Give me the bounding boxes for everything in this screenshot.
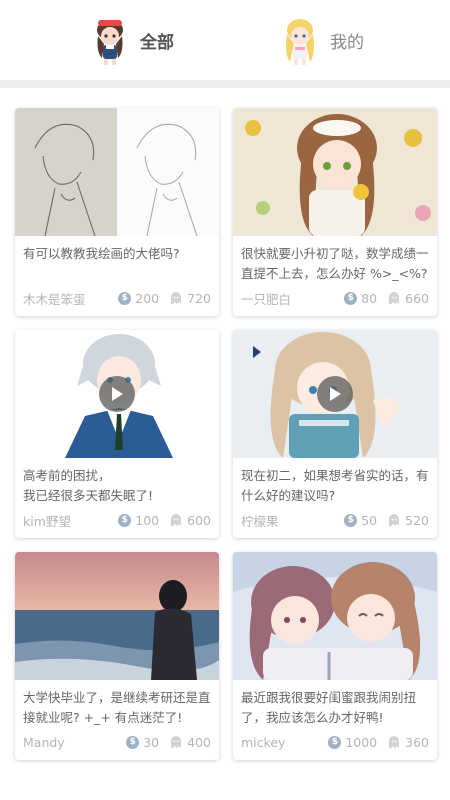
post-thumbnail	[233, 552, 437, 680]
view-count: 600	[187, 512, 211, 528]
post-meta: 木木是笨蛋 $ 200 720	[23, 288, 211, 308]
coin-stat: $ 50	[344, 513, 377, 528]
play-icon	[112, 387, 123, 401]
post-card[interactable]: 现在初二，如果想考省实的话，有什么好的建议吗? 柠檬果 $ 50 520	[233, 330, 437, 538]
post-title: 现在初二，如果想考省实的话，有什么好的建议吗?	[241, 468, 429, 503]
post-thumbnail	[15, 552, 219, 680]
top-tab-bar: 全部 我的	[0, 0, 450, 88]
view-stat: 400	[169, 735, 211, 750]
play-button[interactable]	[317, 376, 353, 412]
post-title: 很快就要小升初了哒，数学成绩一直提不上去，怎么办好 %>_<%?	[241, 246, 429, 281]
play-button[interactable]	[99, 376, 135, 412]
post-author: mickey	[241, 734, 286, 750]
view-stat: 520	[387, 513, 429, 528]
view-stat: 720	[169, 291, 211, 306]
ghost-icon	[171, 514, 182, 526]
coin-count: 80	[361, 290, 378, 306]
coin-stat: $ 1000	[328, 735, 377, 750]
post-card[interactable]: 很快就要小升初了哒，数学成绩一直提不上去，怎么办好 %>_<%? 一只肥白 $ …	[233, 108, 437, 316]
post-card[interactable]: 大学快毕业了，是继续考研还是直接就业呢? +_+ 有点迷茫了! Mandy $ …	[15, 552, 219, 760]
post-title: 最近跟我很要好闺蜜跟我闹别扭了，我应该怎么办才好鸭! Σ(●◎●)	[241, 690, 417, 725]
view-count: 720	[187, 290, 211, 306]
play-icon	[330, 387, 341, 401]
coin-count: 50	[361, 512, 378, 528]
post-meta: Mandy $ 30 400	[23, 732, 211, 752]
view-stat: 360	[387, 735, 429, 750]
coin-count: 30	[143, 734, 160, 750]
ghost-icon	[389, 292, 400, 304]
coin-count: 200	[135, 290, 160, 306]
post-card[interactable]: 高考前的困扰， 我已经很多天都失眠了! kim野望 $ 100 600	[15, 330, 219, 538]
view-count: 520	[405, 512, 429, 528]
chibi-avatar-icon	[280, 14, 320, 66]
coin-icon: $	[328, 735, 342, 749]
coin-stat: $ 80	[344, 291, 377, 306]
post-author: 一只肥白	[241, 291, 292, 307]
coin-stat: $ 200	[118, 291, 159, 306]
coin-icon: $	[118, 513, 132, 527]
post-author: Mandy	[23, 734, 65, 750]
post-meta: 一只肥白 $ 80 660	[241, 288, 429, 308]
post-title: 有可以教教我绘画的大佬吗?	[23, 246, 180, 261]
tab-all[interactable]: 全部	[90, 12, 174, 68]
post-title: 大学快毕业了，是继续考研还是直接就业呢? +_+ 有点迷茫了!	[23, 690, 211, 725]
coin-count: 100	[135, 512, 160, 528]
ghost-icon	[389, 736, 400, 748]
coin-stat: $ 100	[118, 513, 159, 528]
coin-icon: $	[126, 735, 140, 749]
coin-stat: $ 30	[126, 735, 159, 750]
view-stat: 660	[387, 291, 429, 306]
post-card[interactable]: 最近跟我很要好闺蜜跟我闹别扭了，我应该怎么办才好鸭! Σ(●◎●) mickey…	[233, 552, 437, 760]
post-author: kim野望	[23, 513, 71, 529]
coin-count: 1000	[345, 734, 378, 750]
view-count: 360	[405, 734, 429, 750]
ghost-icon	[389, 514, 400, 526]
ghost-icon	[171, 736, 182, 748]
chibi-avatar-icon	[90, 14, 130, 66]
ghost-icon	[171, 292, 182, 304]
view-count: 400	[187, 734, 211, 750]
post-card[interactable]: 有可以教教我绘画的大佬吗? 木木是笨蛋 $ 200 720	[15, 108, 219, 316]
post-meta: mickey $ 1000 360	[241, 732, 429, 752]
coin-icon: $	[344, 513, 358, 527]
coin-icon: $	[344, 291, 358, 305]
post-meta: 柠檬果 $ 50 520	[241, 510, 429, 530]
tab-all-label: 全部	[140, 32, 174, 53]
view-count: 660	[405, 290, 429, 306]
post-thumbnail	[233, 108, 437, 236]
tab-mine-label: 我的	[330, 32, 364, 53]
post-title: 高考前的困扰， 我已经很多天都失眠了!	[23, 468, 154, 503]
tab-mine[interactable]: 我的	[280, 12, 364, 68]
post-meta: kim野望 $ 100 600	[23, 510, 211, 530]
post-thumbnail	[15, 108, 219, 236]
view-stat: 600	[169, 513, 211, 528]
post-author: 木木是笨蛋	[23, 291, 86, 307]
coin-icon: $	[118, 291, 132, 305]
post-author: 柠檬果	[241, 513, 279, 529]
